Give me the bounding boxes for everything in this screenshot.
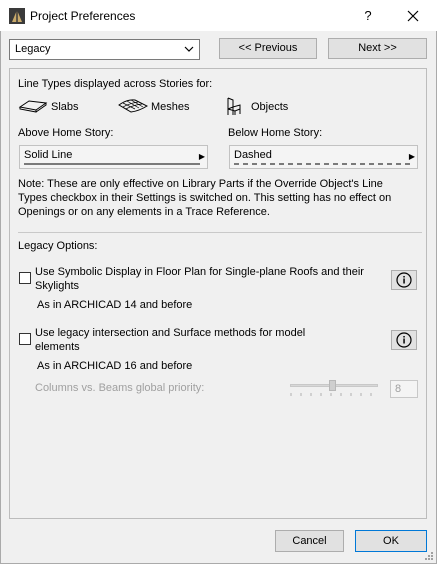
objects-label: Objects	[251, 101, 289, 113]
priority-slider-thumb[interactable]	[329, 380, 336, 391]
legacy-intersection-label-line-2: elements	[35, 341, 80, 353]
symbolic-display-label-line-1: Use Symbolic Display in Floor Plan for S…	[35, 266, 364, 278]
legacy-intersection-checkbox[interactable]	[19, 333, 31, 345]
note-line-1: Note: These are only effective on Librar…	[18, 178, 383, 190]
meshes-label: Meshes	[151, 101, 190, 113]
help-button[interactable]: ?	[356, 5, 380, 27]
chair-icon	[227, 97, 241, 115]
ok-button-label: OK	[383, 535, 399, 547]
priority-label: Columns vs. Beams global priority:	[35, 382, 205, 394]
close-button[interactable]	[400, 5, 426, 27]
dashed-line-preview	[234, 163, 410, 165]
priority-value-field[interactable]: 8	[390, 380, 418, 398]
info-icon	[396, 272, 412, 288]
ok-button[interactable]: OK	[355, 530, 427, 552]
triangle-right-icon: ▶	[198, 152, 205, 161]
close-icon	[407, 10, 419, 22]
note-line-3: Openings or on any elements in a Trace R…	[18, 206, 270, 218]
symbolic-display-label-line-2: Skylights	[35, 280, 80, 292]
cancel-button-label: Cancel	[292, 535, 327, 547]
triangle-right-icon: ▶	[408, 152, 415, 161]
next-button[interactable]: Next >>	[328, 38, 427, 59]
symbolic-display-checkbox[interactable]	[19, 272, 31, 284]
dropdown-value: Legacy	[15, 43, 51, 55]
above-line-type-value: Solid Line	[24, 149, 73, 161]
legacy-intersection-label-line-1: Use legacy intersection and Surface meth…	[35, 327, 306, 339]
symbolic-display-subtext: As in ARCHICAD 14 and before	[37, 299, 193, 311]
archicad-app-icon	[9, 8, 25, 24]
cancel-button[interactable]: Cancel	[275, 530, 344, 552]
symbolic-display-info-button[interactable]	[391, 270, 417, 290]
section-divider	[18, 232, 422, 233]
slabs-label: Slabs	[51, 101, 79, 113]
window-title: Project Preferences	[30, 9, 136, 23]
info-icon	[396, 332, 412, 348]
legacy-options-heading: Legacy Options:	[18, 240, 98, 252]
legacy-intersection-subtext: As in ARCHICAD 16 and before	[37, 360, 193, 372]
previous-button[interactable]: << Previous	[219, 38, 317, 59]
above-line-type-selector[interactable]: Solid Line ▶	[19, 145, 208, 169]
above-home-story-label: Above Home Story:	[18, 127, 114, 139]
solid-line-preview	[24, 163, 200, 165]
note-line-2: Types checkbox in their Settings is swit…	[18, 192, 392, 204]
resize-grip-icon[interactable]	[424, 551, 434, 561]
mesh-icon	[118, 99, 149, 113]
previous-button-label: << Previous	[238, 42, 298, 54]
below-line-type-selector[interactable]: Dashed ▶	[229, 145, 418, 169]
chevron-down-icon	[184, 46, 194, 52]
below-line-type-value: Dashed	[234, 149, 272, 161]
legacy-intersection-info-button[interactable]	[391, 330, 417, 350]
next-button-label: Next >>	[358, 42, 397, 54]
line-types-heading: Line Types displayed across Stories for:	[18, 78, 213, 90]
priority-value: 8	[395, 383, 402, 395]
slider-ticks	[290, 393, 372, 396]
preferences-page-dropdown[interactable]: Legacy	[9, 39, 200, 60]
slab-icon	[18, 100, 48, 113]
below-home-story-label: Below Home Story:	[228, 127, 323, 139]
